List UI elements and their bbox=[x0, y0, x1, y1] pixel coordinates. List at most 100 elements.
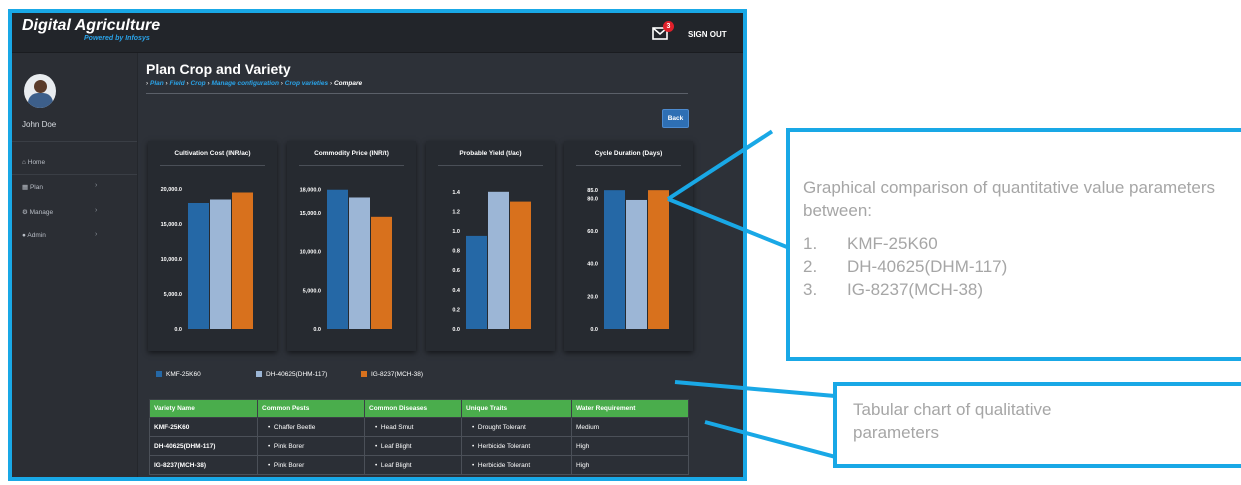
chart-title: Probable Yield (t/ac) bbox=[459, 150, 522, 157]
avatar[interactable] bbox=[24, 74, 56, 108]
legend-swatch bbox=[156, 371, 162, 377]
breadcrumb-manage-configuration[interactable]: Manage configuration bbox=[211, 80, 279, 87]
legend-item[interactable]: IG-8237(MCH-38) bbox=[361, 371, 423, 379]
legend-item[interactable]: DH-40625(DHM-117) bbox=[256, 371, 327, 379]
y-tick-label: 0.0 bbox=[452, 327, 460, 333]
sign-out-link[interactable]: SIGN OUT bbox=[688, 30, 727, 39]
table-cell: • Leaf Blight bbox=[364, 436, 462, 456]
y-tick-label: 18,000.0 bbox=[300, 188, 321, 194]
table-cell: Medium bbox=[571, 417, 689, 437]
breadcrumb-plan[interactable]: Plan bbox=[150, 80, 164, 87]
bar-3[interactable] bbox=[371, 216, 392, 329]
y-tick-label: 0.0 bbox=[174, 327, 182, 333]
legend-item[interactable]: KMF-25K60 bbox=[156, 371, 201, 379]
y-tick-label: 0.0 bbox=[313, 327, 321, 333]
bar-2[interactable] bbox=[349, 197, 370, 329]
bar-2[interactable] bbox=[210, 199, 231, 330]
bar-1[interactable] bbox=[466, 235, 487, 329]
bar-1[interactable] bbox=[327, 189, 348, 329]
sidebar-divider bbox=[12, 141, 137, 142]
breadcrumb: › Plan › Field › Crop › Manage configura… bbox=[146, 80, 363, 87]
chart-divider bbox=[438, 165, 543, 166]
chart-card-cycle-duration: Cycle Duration (Days) 0.0 20.0 40.0 60.0 80.… bbox=[564, 141, 693, 351]
y-tick-label: 1.2 bbox=[452, 209, 460, 215]
sidebar-item-label: Plan bbox=[29, 184, 43, 191]
app-window: Digital Agriculture Powered by Infosys 3… bbox=[8, 9, 747, 481]
chart-legend: KMF-25K60 DH-40625(DHM-117) IG-8237(MCH-… bbox=[138, 371, 743, 383]
table-cell: • Pink Borer bbox=[257, 436, 365, 456]
chart-card-commodity-price: Commodity Price (INR/t) 0.0 5,000.0 10,000… bbox=[287, 141, 416, 351]
bar-1[interactable] bbox=[188, 203, 209, 329]
y-tick-label: 10,000.0 bbox=[300, 250, 321, 256]
chart-title: Commodity Price (INR/t) bbox=[314, 150, 389, 157]
chevron-right-icon: › bbox=[95, 207, 98, 214]
bar-2[interactable] bbox=[626, 199, 647, 329]
bar-3[interactable] bbox=[232, 192, 253, 330]
chevron-right-icon: › bbox=[95, 231, 98, 238]
breadcrumb-field[interactable]: Field bbox=[170, 80, 185, 87]
callout-variety-list: 1. KMF-25K60 2. DH-40625(DHM-117) 3. IG-823… bbox=[803, 232, 1007, 301]
sidebar-item-manage[interactable]: ⚙ Manage bbox=[22, 208, 53, 216]
y-tick-label: 0.8 bbox=[452, 249, 460, 255]
y-tick-label: 0.4 bbox=[452, 288, 461, 294]
brand-tagline: Powered by Infosys bbox=[84, 35, 150, 42]
table-cell: • Chaffer Beetle bbox=[257, 417, 365, 437]
breadcrumb-crop-varieties[interactable]: Crop varieties bbox=[285, 80, 328, 87]
breadcrumb-crop[interactable]: Crop bbox=[190, 80, 205, 87]
chart-title: Cycle Duration (Days) bbox=[594, 150, 663, 157]
table-cell: • Drought Tolerant bbox=[461, 417, 572, 437]
y-tick-label: 0.6 bbox=[452, 268, 460, 274]
table-cell: High bbox=[571, 436, 689, 456]
legend-swatch bbox=[256, 371, 262, 377]
y-tick-label: 5,000.0 bbox=[164, 292, 182, 298]
table-cell: KMF-25K60 bbox=[149, 417, 258, 437]
chart-card-probable-yield: Probable Yield (t/ac) 0.0 0.2 0.4 0.6 0.8 1.0… bbox=[426, 141, 555, 351]
chevron-right-icon: › bbox=[95, 182, 98, 189]
breadcrumb-current: Compare bbox=[333, 80, 363, 87]
legend-label: KMF-25K60 bbox=[166, 371, 201, 378]
bar-3[interactable] bbox=[648, 190, 669, 329]
bar-1[interactable] bbox=[604, 190, 625, 329]
chart-plot: 0.0 5,000.0 10,000.0 15,000.0 18,000.0 bbox=[300, 188, 392, 333]
back-button[interactable]: Back bbox=[662, 109, 689, 128]
legend-label: IG-8237(MCH-38) bbox=[371, 371, 424, 378]
top-bar: Digital Agriculture Powered by Infosys 3… bbox=[12, 13, 743, 53]
table-header-row: Variety Name Common Pests Common Disease… bbox=[149, 399, 689, 418]
chart-divider bbox=[576, 165, 681, 166]
chart-icon: ▦ bbox=[22, 184, 29, 191]
table-cell: • Herbicide Tolerant bbox=[461, 455, 572, 475]
sidebar: John Doe ⌂ Home ▦ Plan › ⚙ Manage › ● Ad… bbox=[12, 53, 138, 477]
table-cell: • Head Smut bbox=[364, 417, 462, 437]
legend-swatch bbox=[361, 371, 367, 377]
brand-logo[interactable]: Digital Agriculture bbox=[22, 17, 160, 35]
sidebar-item-home[interactable]: ⌂ Home bbox=[22, 159, 45, 166]
list-item: 1. KMF-25K60 bbox=[803, 234, 938, 253]
sidebar-item-label: Admin bbox=[27, 232, 46, 239]
sidebar-item-admin[interactable]: ● Admin bbox=[22, 232, 46, 239]
callout-graphical-intro: Graphical comparison of quantitative val… bbox=[803, 178, 1215, 220]
column-header: Variety Name bbox=[149, 399, 258, 418]
list-item: 2. DH-40625(DHM-117) bbox=[803, 257, 1008, 276]
chart-card-cultivation-cost: Cultivation Cost (INR/ac) 0.0 5,000.0 10,0… bbox=[148, 141, 277, 351]
bar-3[interactable] bbox=[510, 201, 531, 329]
callout-tabular-text: Tabular chart of qualitative parameters bbox=[853, 400, 1052, 442]
user-icon: ● bbox=[22, 232, 26, 239]
table-cell: High bbox=[571, 455, 689, 475]
column-header: Common Diseases bbox=[364, 399, 462, 418]
y-tick-label: 0.0 bbox=[590, 327, 598, 333]
table-row: DH-40625(DHM-117) • Pink Borer • Leaf Bl… bbox=[149, 436, 689, 456]
title-divider bbox=[146, 93, 688, 94]
table-row: IG-8237(MCH-38) • Pink Borer • Leaf Blig… bbox=[149, 455, 689, 475]
y-tick-label: 5,000.0 bbox=[303, 288, 321, 294]
user-name: John Doe bbox=[22, 120, 57, 129]
y-tick-label: 80.0 bbox=[587, 196, 598, 202]
chart-title: Cultivation Cost (INR/ac) bbox=[174, 150, 251, 157]
table-cell: • Pink Borer bbox=[257, 455, 365, 475]
chart-divider bbox=[299, 165, 404, 166]
list-item: 3. IG-8237(MCH-38) bbox=[803, 280, 984, 299]
bar-2[interactable] bbox=[488, 191, 509, 329]
legend-label: DH-40625(DHM-117) bbox=[266, 371, 328, 378]
table-row: KMF-25K60 • Chaffer Beetle • Head Smut •… bbox=[149, 417, 689, 437]
sidebar-item-plan[interactable]: ▦ Plan bbox=[22, 183, 43, 191]
notification-badge: 3 bbox=[663, 21, 674, 32]
